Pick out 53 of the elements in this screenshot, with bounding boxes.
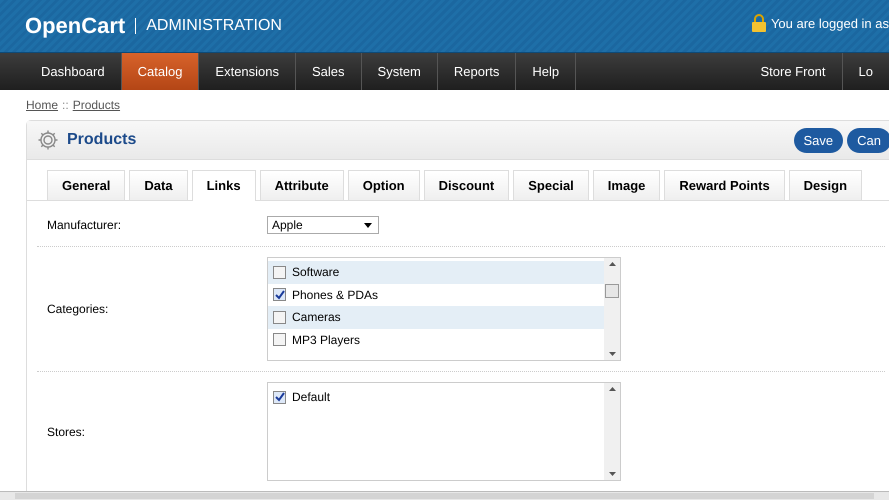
menu-item[interactable]: Sales bbox=[296, 53, 362, 90]
breadcrumb-link[interactable]: Home bbox=[26, 98, 58, 112]
tab[interactable]: Image bbox=[592, 170, 660, 200]
login-status: You are logged in as bbox=[770, 16, 889, 30]
checkbox[interactable] bbox=[273, 266, 286, 279]
checkbox[interactable] bbox=[273, 310, 286, 324]
scrollbar[interactable] bbox=[604, 258, 620, 360]
tab[interactable]: Reward Points bbox=[664, 170, 785, 200]
menu-item[interactable]: System bbox=[362, 53, 438, 90]
category-label: Phones & PDAs bbox=[292, 288, 378, 302]
scroll-up-icon[interactable] bbox=[608, 387, 616, 391]
action-button[interactable]: Save bbox=[794, 128, 844, 152]
manufacturer-dropdown[interactable]: Apple bbox=[267, 216, 379, 234]
tab[interactable]: Special bbox=[513, 170, 589, 200]
menu-item[interactable]: Extensions bbox=[199, 53, 296, 90]
scroll-thumb[interactable] bbox=[15, 493, 874, 499]
menu-item[interactable]: Help bbox=[516, 53, 576, 90]
tab[interactable]: Data bbox=[129, 170, 188, 200]
checkbox[interactable] bbox=[273, 288, 286, 302]
tab[interactable]: General bbox=[47, 170, 126, 200]
menu-item[interactable]: Catalog bbox=[122, 53, 200, 90]
checkbox[interactable] bbox=[273, 333, 286, 346]
category-label: Cameras bbox=[292, 310, 341, 324]
admin-title: ADMINISTRATION bbox=[135, 18, 282, 34]
logo[interactable]: OpenCart bbox=[25, 13, 126, 39]
category-label: Software bbox=[292, 265, 340, 280]
scroll-thumb[interactable] bbox=[605, 284, 619, 298]
tab[interactable]: Links bbox=[192, 170, 256, 201]
category-label: MP3 Players bbox=[292, 332, 360, 347]
scroll-down-icon[interactable] bbox=[608, 352, 616, 356]
tab[interactable]: Option bbox=[348, 170, 420, 200]
field-label: Manufacturer: bbox=[46, 218, 122, 232]
tab[interactable]: Attribute bbox=[260, 170, 344, 200]
action-button[interactable]: Can bbox=[847, 128, 889, 152]
field-label: Categories: bbox=[46, 302, 110, 316]
gear-icon bbox=[37, 129, 59, 151]
tab[interactable]: Design bbox=[788, 170, 862, 200]
horizontal-scrollbar[interactable] bbox=[0, 491, 889, 500]
menu-item[interactable]: Reports bbox=[438, 53, 516, 90]
breadcrumb-link[interactable]: Products bbox=[72, 98, 120, 112]
breadcrumb-separator: :: bbox=[62, 98, 69, 112]
scrollbar[interactable] bbox=[604, 383, 620, 480]
menu-item[interactable]: Store Front bbox=[744, 53, 843, 90]
scroll-up-icon[interactable] bbox=[608, 262, 616, 266]
store-label: Default bbox=[292, 390, 330, 404]
field-label: Stores: bbox=[46, 424, 86, 438]
tab[interactable]: Discount bbox=[424, 170, 510, 200]
panel-title: Products bbox=[67, 131, 136, 149]
lock-icon bbox=[750, 14, 767, 32]
checkbox[interactable] bbox=[273, 390, 286, 404]
caret-icon bbox=[364, 222, 372, 228]
menu-item[interactable]: Lo bbox=[842, 53, 889, 90]
scroll-down-icon[interactable] bbox=[608, 472, 616, 476]
